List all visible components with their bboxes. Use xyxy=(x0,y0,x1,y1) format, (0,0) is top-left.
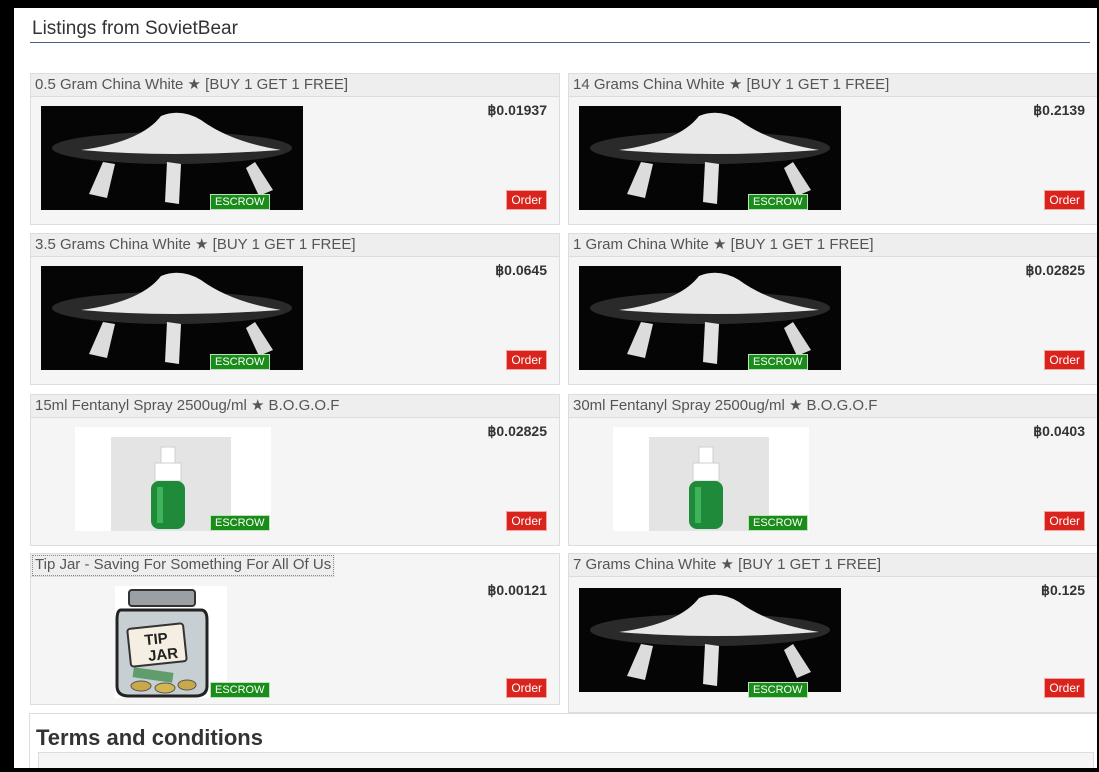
escrow-badge: ESCROW xyxy=(748,682,808,698)
listing-title[interactable]: Tip Jar - Saving For Something For All O… xyxy=(31,554,336,577)
listing-price: ฿0.0645 xyxy=(495,262,547,278)
listing-title[interactable]: 0.5 Gram China White ★ [BUY 1 GET 1 FREE… xyxy=(31,74,559,97)
escrow-badge: ESCROW xyxy=(748,194,808,210)
order-button[interactable]: Order xyxy=(1044,350,1085,370)
page-title: Listings from SovietBear xyxy=(32,18,238,39)
listing-title[interactable]: 1 Gram China White ★ [BUY 1 GET 1 FREE] xyxy=(569,234,1097,257)
order-button[interactable]: Order xyxy=(1044,678,1085,698)
terms-heading: Terms and conditions xyxy=(36,725,263,750)
listing-card: 0.5 Gram China White ★ [BUY 1 GET 1 FREE… xyxy=(30,73,560,225)
powder-photo[interactable] xyxy=(579,588,841,692)
listing-card: 7 Grams China White ★ [BUY 1 GET 1 FREE]… xyxy=(568,553,1097,713)
escrow-badge: ESCROW xyxy=(748,354,808,370)
order-button[interactable]: Order xyxy=(506,678,547,698)
listing-title[interactable]: 7 Grams China White ★ [BUY 1 GET 1 FREE] xyxy=(569,554,1097,577)
page-frame: Listings from SovietBear 0.5 Gram China … xyxy=(14,8,1097,768)
listing-title[interactable]: 30ml Fentanyl Spray 2500ug/ml ★ B.O.G.O.… xyxy=(569,395,1097,418)
listing-price: ฿0.2139 xyxy=(1033,102,1085,118)
escrow-badge: ESCROW xyxy=(748,515,808,531)
listing-card: 30ml Fentanyl Spray 2500ug/ml ★ B.O.G.O.… xyxy=(568,394,1097,546)
order-button[interactable]: Order xyxy=(506,350,547,370)
jar-label-line-2: JAR xyxy=(147,645,179,665)
order-button[interactable]: Order xyxy=(506,190,547,210)
order-button[interactable]: Order xyxy=(1044,190,1085,210)
listing-card: 3.5 Grams China White ★ [BUY 1 GET 1 FRE… xyxy=(30,233,560,385)
escrow-badge: ESCROW xyxy=(210,354,270,370)
escrow-badge: ESCROW xyxy=(210,194,270,210)
listing-card: 1 Gram China White ★ [BUY 1 GET 1 FREE] … xyxy=(568,233,1097,385)
listing-price: ฿0.0403 xyxy=(1033,423,1085,439)
order-button[interactable]: Order xyxy=(1044,511,1085,531)
listing-price: ฿0.02825 xyxy=(487,423,547,439)
page-heading: Listings from SovietBear xyxy=(30,16,1090,43)
order-button[interactable]: Order xyxy=(506,511,547,531)
escrow-badge: ESCROW xyxy=(210,682,270,698)
listing-title[interactable]: 3.5 Grams China White ★ [BUY 1 GET 1 FRE… xyxy=(31,234,559,257)
listing-card: Tip Jar - Saving For Something For All O… xyxy=(30,553,560,705)
listing-price: ฿0.02825 xyxy=(1025,262,1085,278)
listing-card: 15ml Fentanyl Spray 2500ug/ml ★ B.O.G.O.… xyxy=(30,394,560,546)
terms-content-box xyxy=(38,752,1094,768)
listing-title[interactable]: 14 Grams China White ★ [BUY 1 GET 1 FREE… xyxy=(569,74,1097,97)
listing-price: ฿0.125 xyxy=(1041,582,1085,598)
escrow-badge: ESCROW xyxy=(210,515,270,531)
listing-title[interactable]: 15ml Fentanyl Spray 2500ug/ml ★ B.O.G.O.… xyxy=(31,395,559,418)
listing-price: ฿0.00121 xyxy=(487,582,547,598)
listing-card: 14 Grams China White ★ [BUY 1 GET 1 FREE… xyxy=(568,73,1097,225)
listing-price: ฿0.01937 xyxy=(487,102,547,118)
